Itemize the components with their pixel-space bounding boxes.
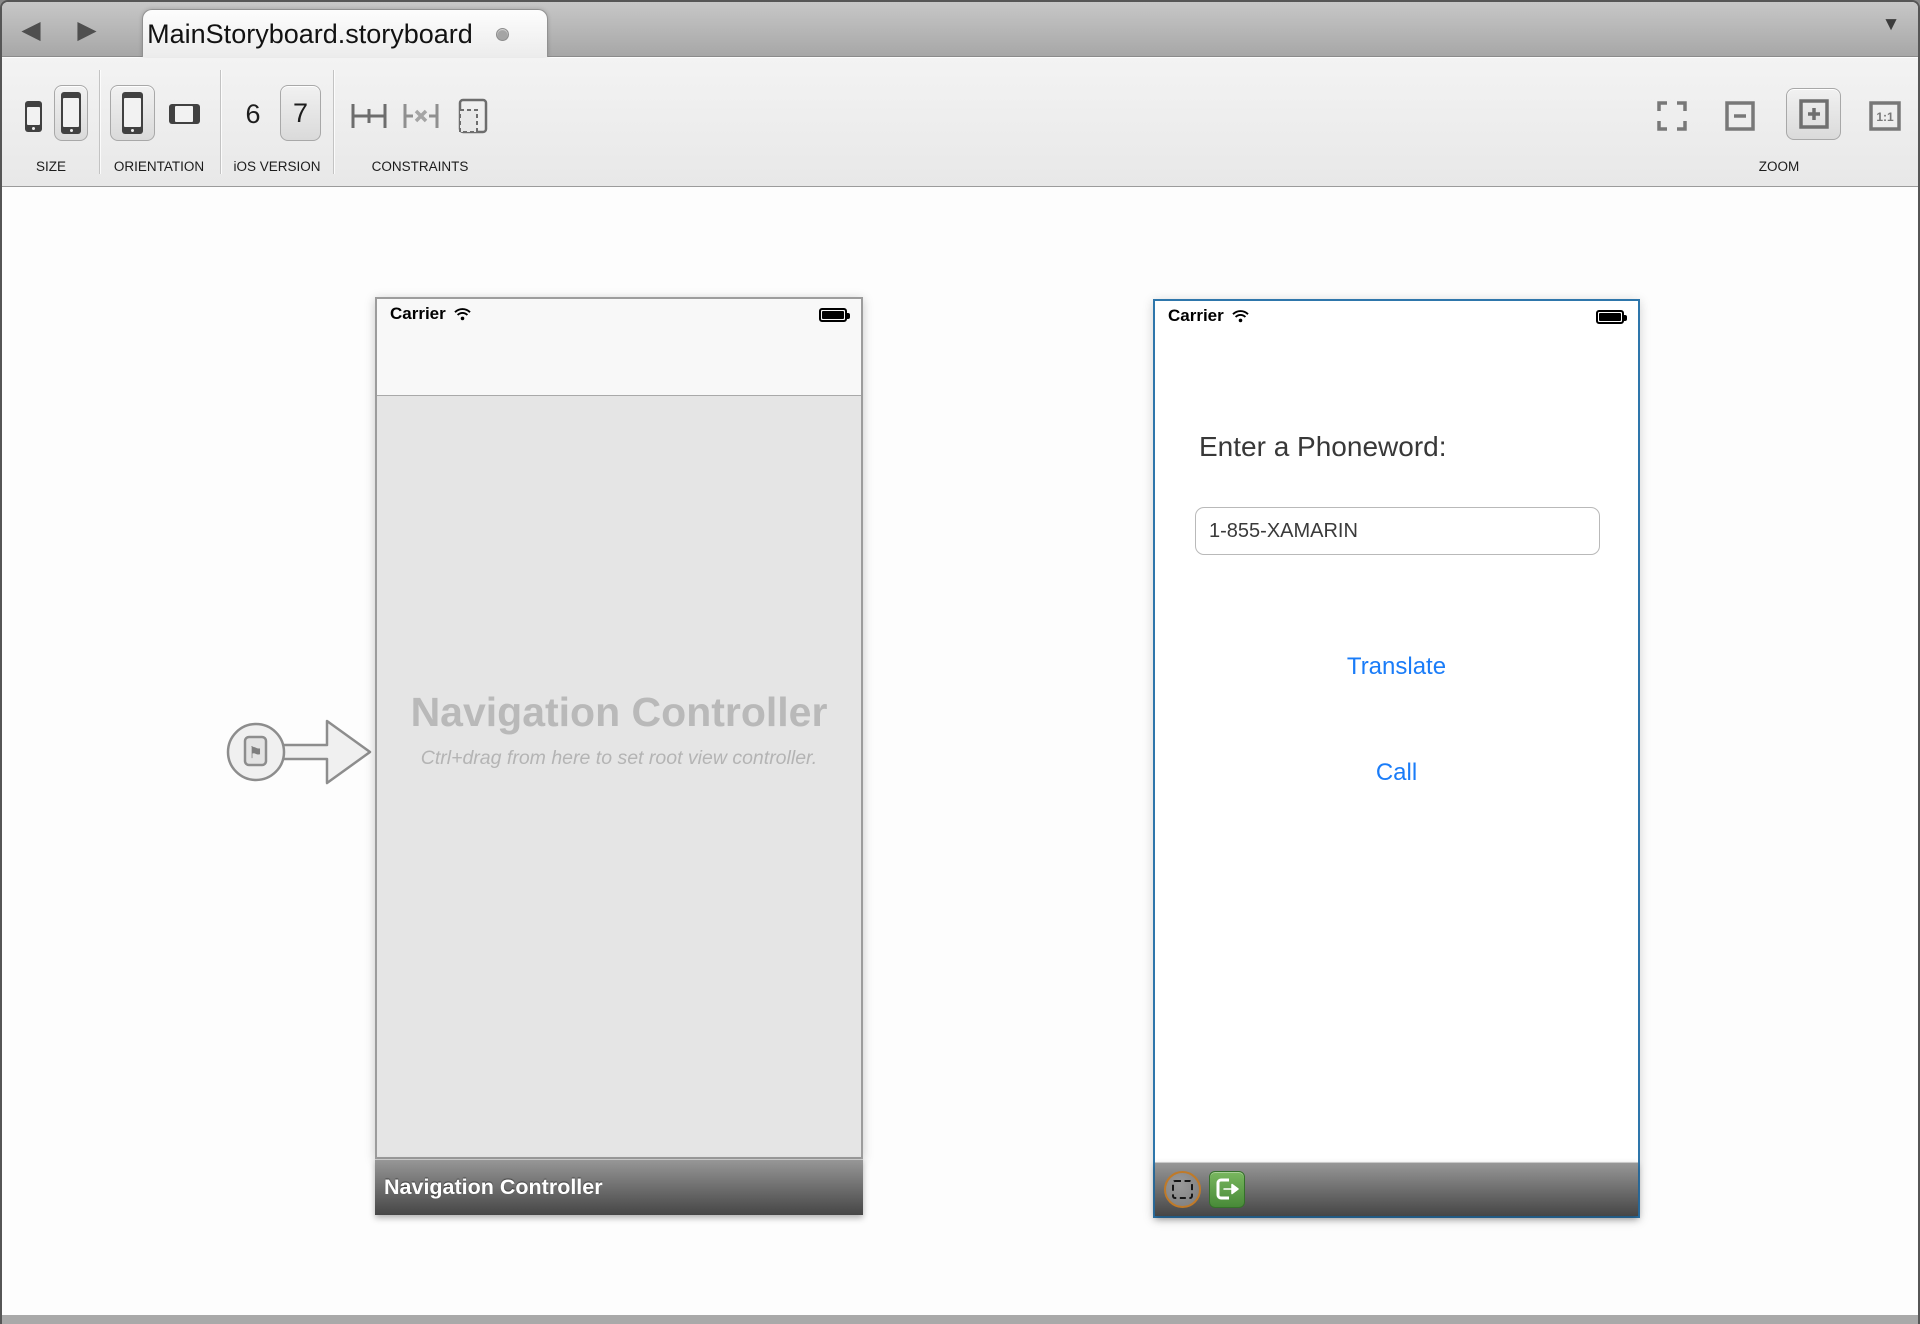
- tab-list-dropdown-icon[interactable]: ▼: [1878, 14, 1904, 36]
- phoneword-prompt-label[interactable]: Enter a Phoneword:: [1199, 431, 1447, 463]
- phone-portrait-icon: [122, 92, 143, 134]
- zoom-out-icon: [1724, 100, 1756, 132]
- phone-small-icon: [25, 101, 42, 132]
- ios6-value: 6: [245, 99, 260, 130]
- tab-title: MainStoryboard.storyboard: [143, 10, 477, 58]
- tab-bar: ◀ ▶ MainStoryboard.storyboard ▼: [2, 2, 1918, 57]
- size-3-5-inch-button[interactable]: [18, 94, 48, 138]
- zoom-in-button[interactable]: [1786, 88, 1841, 140]
- ios-version-6-button[interactable]: 6: [235, 88, 271, 140]
- carrier-text: Carrier: [1168, 306, 1224, 326]
- battery-icon: [819, 308, 847, 322]
- battery-icon: [1596, 310, 1624, 324]
- nav-controller-drag-hint: Ctrl+drag from here to set root view con…: [377, 747, 861, 770]
- history-forward-icon[interactable]: ▶: [70, 13, 104, 47]
- constraints-label: CONSTRAINTS: [342, 157, 498, 177]
- view-controller-dock-icon[interactable]: [1164, 1171, 1201, 1208]
- zoom-fit-icon: [1656, 100, 1688, 132]
- zoom-label: ZOOM: [1702, 157, 1856, 177]
- storyboard-canvas[interactable]: ⚑ Carrier Navigation Control: [2, 188, 1918, 1317]
- designer-toolbar: SIZE ORIENTATION 6 7 iOS VERSION: [2, 58, 1918, 187]
- zoom-actual-size-button[interactable]: 1:1: [1864, 98, 1906, 134]
- designer-window: ◀ ▶ MainStoryboard.storyboard ▼ SIZE ORI…: [0, 0, 1920, 1324]
- phone-tall-icon: [61, 92, 81, 134]
- history-back-icon[interactable]: ◀: [14, 13, 48, 47]
- tab-status-dot[interactable]: [496, 28, 509, 41]
- call-button[interactable]: Call: [1155, 759, 1638, 787]
- orientation-portrait-button[interactable]: [110, 85, 155, 141]
- status-bar: Carrier: [377, 299, 861, 396]
- ios-version-7-button[interactable]: 7: [280, 85, 321, 141]
- scene-dock-title: Navigation Controller: [384, 1175, 603, 1200]
- exit-segue-icon[interactable]: [1209, 1171, 1245, 1208]
- nav-controller-placeholder-title: Navigation Controller: [377, 689, 861, 736]
- add-constraint-icon: [350, 102, 388, 130]
- phoneword-text-field[interactable]: [1195, 507, 1600, 555]
- translate-button[interactable]: Translate: [1155, 653, 1638, 681]
- zoom-in-icon: [1797, 97, 1831, 131]
- phone-landscape-icon: [169, 104, 200, 124]
- status-bar: Carrier: [1155, 301, 1638, 341]
- scene-dock-bar[interactable]: [1155, 1162, 1638, 1216]
- ios7-value: 7: [293, 98, 308, 129]
- window-bottom-edge: [2, 1315, 1918, 1324]
- scene-dock-bar[interactable]: Navigation Controller: [375, 1159, 863, 1215]
- carrier-text: Carrier: [390, 304, 446, 324]
- toolbar-divider: [333, 70, 334, 174]
- wifi-icon: [1231, 309, 1250, 323]
- navigation-controller-scene[interactable]: Carrier Navigation Controller Ctrl+drag …: [375, 297, 863, 1215]
- initial-view-controller-arrow[interactable]: ⚑: [223, 707, 375, 799]
- zoom-one-to-one-icon: 1:1: [1868, 100, 1902, 132]
- orientation-landscape-button[interactable]: [164, 94, 204, 134]
- orientation-label: ORIENTATION: [100, 157, 218, 177]
- zoom-fit-button[interactable]: [1652, 98, 1692, 134]
- wifi-icon: [453, 307, 472, 321]
- phoneword-view-controller-scene[interactable]: Carrier Enter a Phoneword: Translate Cal…: [1153, 299, 1640, 1218]
- ios-version-label: iOS VERSION: [218, 157, 336, 177]
- svg-text:⚑: ⚑: [248, 743, 262, 762]
- update-frames-button[interactable]: [454, 96, 492, 136]
- remove-constraints-button[interactable]: [400, 100, 442, 132]
- size-4-inch-button[interactable]: [54, 85, 88, 141]
- navigation-controller-view[interactable]: Carrier Navigation Controller Ctrl+drag …: [375, 297, 863, 1159]
- zoom-out-button[interactable]: [1720, 98, 1760, 134]
- update-frames-icon: [458, 98, 488, 134]
- svg-text:1:1: 1:1: [1876, 110, 1894, 124]
- add-constraint-button[interactable]: [348, 100, 390, 132]
- tab-mainstoryboard[interactable]: MainStoryboard.storyboard: [142, 9, 548, 57]
- size-label: SIZE: [2, 157, 100, 177]
- remove-constraints-icon: [402, 102, 440, 130]
